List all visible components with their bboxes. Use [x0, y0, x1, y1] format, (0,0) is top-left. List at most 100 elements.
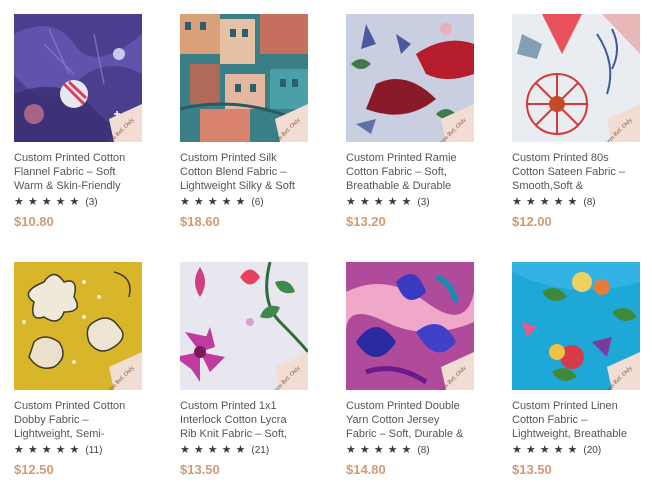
- product-image[interactable]: Pattern Ref. Only: [180, 14, 308, 142]
- product-rating: ★ ★ ★ ★ ★ (8): [512, 196, 596, 208]
- star-icon: ★: [539, 196, 550, 208]
- product-rating: ★ ★ ★ ★ ★ (11): [14, 444, 102, 456]
- rating-count: (6): [251, 196, 264, 208]
- star-icon: ★: [346, 444, 356, 456]
- product-image[interactable]: Pattern Ref. Only: [346, 14, 474, 142]
- product-title[interactable]: Custom Printed Linen Cotton Fabric – Lig…: [512, 399, 644, 441]
- star-icon: ★: [180, 444, 190, 456]
- star-icon: ★: [55, 444, 66, 456]
- star-icon: ★: [359, 444, 370, 456]
- product-rating: ★ ★ ★ ★ ★ (3): [14, 196, 98, 208]
- product-image[interactable]: Pattern Ref. Only: [14, 262, 142, 390]
- product-price: $14.80: [346, 462, 386, 477]
- product-price: $12.00: [512, 214, 552, 229]
- product-price: $13.50: [180, 462, 220, 477]
- rating-count: (20): [583, 444, 602, 456]
- product-image[interactable]: Pattern Ref. Only: [14, 14, 142, 142]
- star-icon: ★: [207, 444, 218, 456]
- product-price: $13.50: [512, 462, 552, 477]
- rating-count: (11): [85, 444, 103, 456]
- star-icon: ★: [193, 444, 204, 456]
- product-title[interactable]: Custom Printed Silk Cotton Blend Fabric …: [180, 151, 312, 193]
- product-rating: ★ ★ ★ ★ ★ (3): [346, 196, 430, 208]
- star-icon: ★: [346, 196, 356, 208]
- star-icon: ★: [180, 196, 190, 208]
- rating-count: (8): [583, 196, 596, 208]
- star-icon: ★: [193, 196, 204, 208]
- product-price: $12.50: [14, 462, 54, 477]
- star-icon: ★: [41, 196, 52, 208]
- title-line[interactable]: Lightweight Silky & Soft: [180, 179, 312, 193]
- star-icon: ★: [567, 444, 578, 456]
- product-image[interactable]: Pattern Ref. Only: [180, 262, 308, 390]
- title-line[interactable]: Flannel Fabric – Soft: [14, 165, 146, 179]
- title-line[interactable]: Custom Printed 1x1: [180, 399, 312, 413]
- title-line[interactable]: Custom Printed 80s: [512, 151, 644, 165]
- product-title[interactable]: Custom Printed Double Yarn Cotton Jersey…: [346, 399, 478, 441]
- product-title[interactable]: Custom Printed 1x1 Interlock Cotton Lycr…: [180, 399, 312, 441]
- product-price: $18.60: [180, 214, 220, 229]
- product-title[interactable]: Custom Printed 80s Cotton Sateen Fabric …: [512, 151, 644, 193]
- title-line[interactable]: Custom Printed Linen: [512, 399, 644, 413]
- title-line[interactable]: Breathable & Durable: [346, 179, 478, 193]
- rating-count: (8): [417, 444, 430, 456]
- title-line[interactable]: Custom Printed Cotton: [14, 399, 146, 413]
- star-icon: ★: [401, 444, 412, 456]
- star-icon: ★: [401, 196, 412, 208]
- title-line[interactable]: Warm & Skin-Friendly: [14, 179, 146, 193]
- title-line[interactable]: Custom Printed Cotton: [14, 151, 146, 165]
- title-line[interactable]: Lightweight, Breathable: [512, 427, 644, 441]
- star-icon: ★: [41, 444, 52, 456]
- title-line[interactable]: Rib Knit Fabric – Soft,: [180, 427, 312, 441]
- product-image[interactable]: Pattern Ref. Only: [346, 262, 474, 390]
- product-image[interactable]: Pattern Ref. Only: [512, 14, 640, 142]
- star-icon: ★: [539, 444, 550, 456]
- title-line[interactable]: Interlock Cotton Lycra: [180, 413, 312, 427]
- star-icon: ★: [359, 196, 370, 208]
- star-icon: ★: [207, 196, 218, 208]
- star-icon: ★: [27, 196, 38, 208]
- title-line[interactable]: Smooth,Soft &: [512, 179, 644, 193]
- star-icon: ★: [373, 196, 384, 208]
- star-icon: ★: [14, 444, 24, 456]
- title-line[interactable]: Custom Printed Ramie: [346, 151, 478, 165]
- product-title[interactable]: Custom Printed Cotton Flannel Fabric – S…: [14, 151, 146, 193]
- star-icon: ★: [69, 444, 80, 456]
- product-image[interactable]: Pattern Ref. Only: [512, 262, 640, 390]
- star-icon: ★: [221, 196, 232, 208]
- star-icon: ★: [69, 196, 80, 208]
- product-title[interactable]: Custom Printed Cotton Dobby Fabric – Lig…: [14, 399, 146, 441]
- rating-count: (3): [417, 196, 430, 208]
- title-line[interactable]: Cotton Fabric – Soft,: [346, 165, 478, 179]
- title-line[interactable]: Cotton Blend Fabric –: [180, 165, 312, 179]
- star-icon: ★: [14, 196, 24, 208]
- product-grid: Pattern Ref. Only Custom Printed Cotton …: [0, 0, 652, 495]
- product-rating: ★ ★ ★ ★ ★ (6): [180, 196, 264, 208]
- title-line[interactable]: Lightweight, Semi-: [14, 427, 146, 441]
- star-icon: ★: [235, 444, 246, 456]
- title-line[interactable]: Dobby Fabric –: [14, 413, 146, 427]
- title-line[interactable]: Cotton Sateen Fabric –: [512, 165, 644, 179]
- title-line[interactable]: Custom Printed Double: [346, 399, 478, 413]
- rating-count: (21): [251, 444, 270, 456]
- star-icon: ★: [525, 444, 536, 456]
- product-price: $13.20: [346, 214, 386, 229]
- star-icon: ★: [27, 444, 38, 456]
- star-icon: ★: [553, 444, 564, 456]
- product-title[interactable]: Custom Printed Ramie Cotton Fabric – Sof…: [346, 151, 478, 193]
- product-rating: ★ ★ ★ ★ ★ (21): [180, 444, 269, 456]
- title-line[interactable]: Yarn Cotton Jersey: [346, 413, 478, 427]
- star-icon: ★: [553, 196, 564, 208]
- star-icon: ★: [525, 196, 536, 208]
- star-icon: ★: [512, 444, 522, 456]
- star-icon: ★: [373, 444, 384, 456]
- rating-count: (3): [85, 196, 98, 208]
- product-price: $10.80: [14, 214, 54, 229]
- star-icon: ★: [235, 196, 246, 208]
- title-line[interactable]: Custom Printed Silk: [180, 151, 312, 165]
- title-line[interactable]: Fabric – Soft, Durable &: [346, 427, 478, 441]
- product-rating: ★ ★ ★ ★ ★ (20): [512, 444, 601, 456]
- star-icon: ★: [387, 444, 398, 456]
- star-icon: ★: [567, 196, 578, 208]
- title-line[interactable]: Cotton Fabric –: [512, 413, 644, 427]
